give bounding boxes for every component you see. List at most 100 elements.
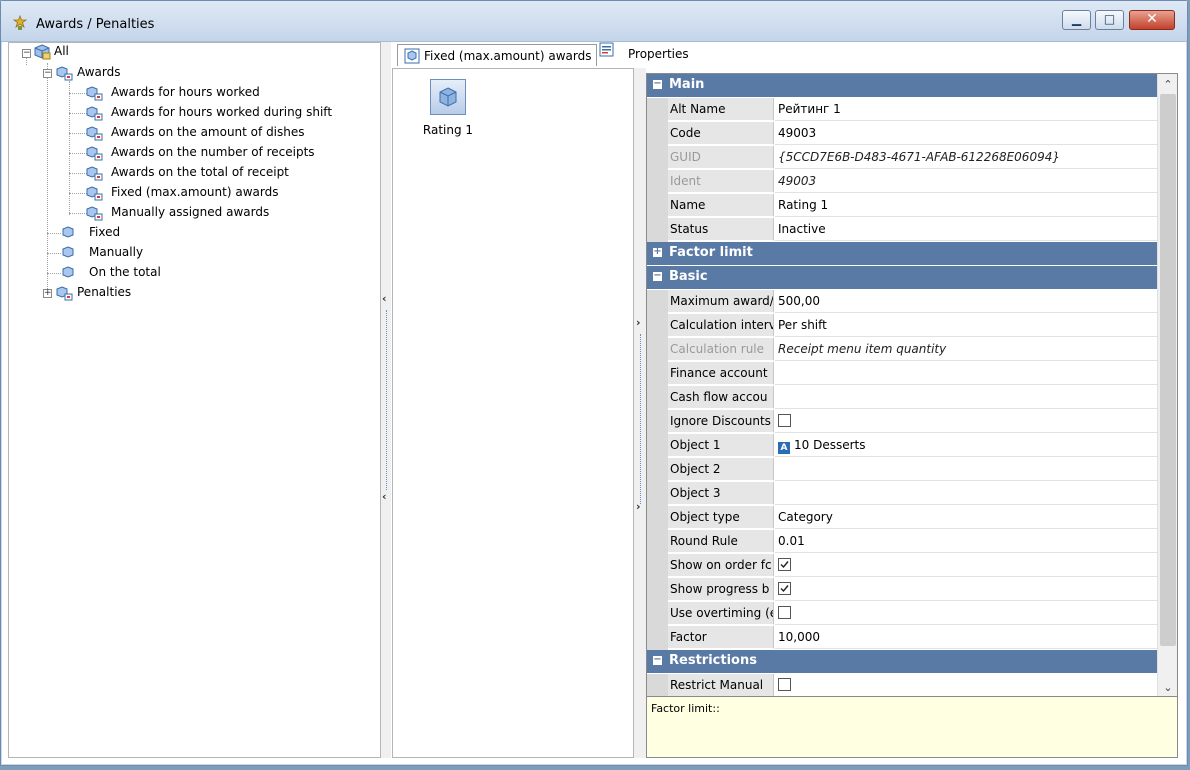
scroll-up-icon[interactable]: ⌃	[1158, 78, 1177, 91]
prop-row[interactable]: Alt Name Рейтинг 1	[647, 98, 1157, 122]
collapse-icon[interactable]: −	[653, 655, 662, 665]
category-main[interactable]: − Main	[647, 74, 1157, 98]
prop-row[interactable]: Object 3	[647, 482, 1157, 506]
prop-name: Use overtiming (e	[668, 602, 774, 625]
tree-connector	[47, 253, 61, 254]
prop-value[interactable]: 0.01	[775, 530, 1157, 553]
collapse-icon[interactable]: −	[653, 271, 662, 281]
prop-row[interactable]: Factor 10,000	[647, 626, 1157, 650]
tree-label: All	[54, 44, 69, 58]
prop-value[interactable]: A 10 Desserts	[775, 434, 1157, 457]
expand-icon[interactable]: +	[43, 289, 52, 298]
prop-value	[775, 554, 1157, 577]
prop-row[interactable]: Object type Category	[647, 506, 1157, 530]
expand-right-arrow-icon[interactable]: ›	[636, 316, 641, 329]
award-item-icon	[430, 79, 466, 115]
prop-row[interactable]: Finance account	[647, 362, 1157, 386]
show-progress-checkbox[interactable]	[778, 582, 791, 595]
prop-value[interactable]	[775, 458, 1157, 481]
prop-row[interactable]: Show on order fc	[647, 554, 1157, 578]
category-factor-limit[interactable]: + Factor limit	[647, 242, 1157, 266]
award-item-icon	[85, 145, 103, 161]
prop-row[interactable]: Ident 49003	[647, 170, 1157, 194]
tree-label: Awards for hours worked	[111, 85, 260, 99]
row-gutter	[647, 578, 668, 602]
tab-label: Properties	[628, 47, 689, 61]
show-on-order-checkbox[interactable]	[778, 558, 791, 571]
prop-row[interactable]: Ignore Discounts	[647, 410, 1157, 434]
prop-row[interactable]: Show progress b	[647, 578, 1157, 602]
award-item-icon	[85, 125, 103, 141]
scrollbar-thumb[interactable]	[1160, 94, 1176, 646]
prop-value[interactable]: 49003	[775, 122, 1157, 145]
tree-connector	[26, 57, 27, 65]
close-button[interactable]: ✕	[1129, 10, 1175, 30]
prop-name: GUID	[668, 146, 774, 169]
prop-row[interactable]: Maximum award/500,00	[647, 290, 1157, 314]
use-overtiming-checkbox[interactable]	[778, 606, 791, 619]
prop-row[interactable]: Use overtiming (e	[647, 602, 1157, 626]
collapse-icon[interactable]: −	[22, 49, 31, 58]
prop-value[interactable]	[775, 482, 1157, 505]
prop-row[interactable]: Object 2	[647, 458, 1157, 482]
expand-right-arrow-icon[interactable]: ›	[636, 500, 641, 513]
prop-name: Object 1	[668, 434, 774, 457]
maximize-button[interactable]: □	[1095, 10, 1124, 30]
prop-name: Finance account	[668, 362, 774, 385]
item-rating-1[interactable]: Rating 1	[417, 79, 479, 137]
awards-penalties-window: Awards / Penalties ▁ □ ✕ − All − Awards …	[0, 0, 1188, 766]
collapse-icon[interactable]: −	[43, 69, 52, 78]
collapse-left-arrow-icon[interactable]: ‹	[382, 490, 387, 503]
tab-items[interactable]: Fixed (max.amount) awards	[397, 44, 597, 66]
award-item-icon	[85, 185, 103, 201]
properties-icon	[599, 42, 614, 60]
category-restrictions[interactable]: − Restrictions	[647, 650, 1157, 674]
prop-row[interactable]: Name Rating 1	[647, 194, 1157, 218]
prop-value[interactable]: Rating 1	[775, 194, 1157, 217]
prop-row[interactable]: Round Rule 0.01	[647, 530, 1157, 554]
prop-name: Status	[668, 218, 774, 241]
prop-row[interactable]: Code 49003	[647, 122, 1157, 146]
prop-name: Alt Name	[668, 98, 774, 121]
prop-value: Receipt menu item quantity	[775, 338, 1157, 361]
property-scrollbar[interactable]: ⌃ ⌄	[1157, 74, 1177, 698]
right-splitter[interactable]: › ›	[634, 68, 646, 758]
tree-label: Awards on the total of receipt	[111, 165, 289, 179]
prop-row[interactable]: GUID {5CCD7E6B-D483-4671-AFAB-612268E0609…	[647, 146, 1157, 170]
row-gutter	[647, 314, 668, 338]
tree-connector	[47, 273, 61, 274]
restrict-manual-checkbox[interactable]	[778, 678, 791, 691]
collapse-left-arrow-icon[interactable]: ‹	[382, 292, 387, 305]
tree-connector	[47, 63, 48, 295]
prop-value[interactable]	[775, 362, 1157, 385]
prop-value[interactable]: 500,00	[775, 290, 1157, 313]
ignore-discounts-checkbox[interactable]	[778, 414, 791, 427]
category-badge-icon: A	[778, 442, 790, 454]
category-basic[interactable]: − Basic	[647, 266, 1157, 290]
prop-row[interactable]: Calculation rule Receipt menu item quanti…	[647, 338, 1157, 362]
prop-row[interactable]: Cash flow accou	[647, 386, 1157, 410]
tree-label: Manually assigned awards	[111, 205, 270, 219]
prop-value[interactable]	[775, 386, 1157, 409]
prop-value[interactable]: 10,000	[775, 626, 1157, 649]
prop-row[interactable]: Status Inactive	[647, 218, 1157, 242]
scroll-down-icon[interactable]: ⌄	[1158, 681, 1177, 694]
item-label: Rating 1	[422, 123, 474, 137]
minimize-button[interactable]: ▁	[1062, 10, 1091, 30]
expand-icon[interactable]: +	[653, 247, 662, 257]
prop-value[interactable]: Per shift	[775, 314, 1157, 337]
property-grid[interactable]: − Main Alt Name Рейтинг 1 Code 49003 GUID{…	[646, 73, 1178, 699]
prop-row[interactable]: Object 1 A 10 Desserts	[647, 434, 1157, 458]
prop-value[interactable]: Inactive	[775, 218, 1157, 241]
prop-name: Calculation rule	[668, 338, 774, 361]
prop-value[interactable]: Рейтинг 1	[775, 98, 1157, 121]
prop-row[interactable]: Calculation interv Per shift	[647, 314, 1157, 338]
left-splitter[interactable]: ‹ ‹	[381, 42, 391, 758]
tree-label: Awards for hours worked during shift	[111, 105, 333, 119]
row-gutter	[647, 458, 668, 482]
category-tree[interactable]: − All − Awards Awards for hours worked A…	[8, 42, 381, 758]
prop-value[interactable]: Category	[775, 506, 1157, 529]
prop-row[interactable]: Restrict Manual	[647, 674, 1157, 698]
collapse-icon[interactable]: −	[653, 79, 662, 89]
title-bar: Awards / Penalties ▁ □ ✕	[1, 1, 1187, 42]
